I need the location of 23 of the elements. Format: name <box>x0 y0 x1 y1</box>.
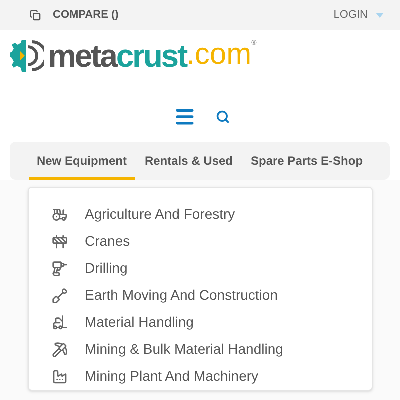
tab[interactable]: Rentals & Used <box>136 142 241 180</box>
tab[interactable]: Spare Parts E-Shop <box>243 142 372 180</box>
pickaxe-icon <box>52 342 68 358</box>
gear-logo-icon <box>10 38 44 74</box>
search-icon[interactable] <box>216 110 230 124</box>
tractor-icon <box>52 206 68 222</box>
category-link[interactable]: Drilling <box>85 258 128 279</box>
caret-icon <box>376 12 384 18</box>
menu-icon[interactable] <box>174 106 196 128</box>
category-link[interactable]: Earth Moving And Construction <box>85 285 278 306</box>
category-link[interactable]: Mining Plant And Machinery <box>85 366 259 387</box>
drill-icon <box>52 260 68 276</box>
category-link[interactable]: Agriculture And Forestry <box>85 204 236 225</box>
forklift-icon <box>52 314 68 330</box>
compare-link[interactable]: COMPARE () <box>30 6 119 24</box>
category-link[interactable]: Material Handling <box>85 312 194 333</box>
factory-icon <box>52 368 68 384</box>
compare-icon <box>30 10 41 20</box>
shovel-icon <box>52 288 68 304</box>
barrier-icon <box>52 234 68 250</box>
login-link[interactable]: LOGIN <box>334 6 384 24</box>
category-link[interactable]: Cranes <box>85 231 130 252</box>
category-link[interactable]: Mining & Bulk Material Handling <box>85 339 284 360</box>
